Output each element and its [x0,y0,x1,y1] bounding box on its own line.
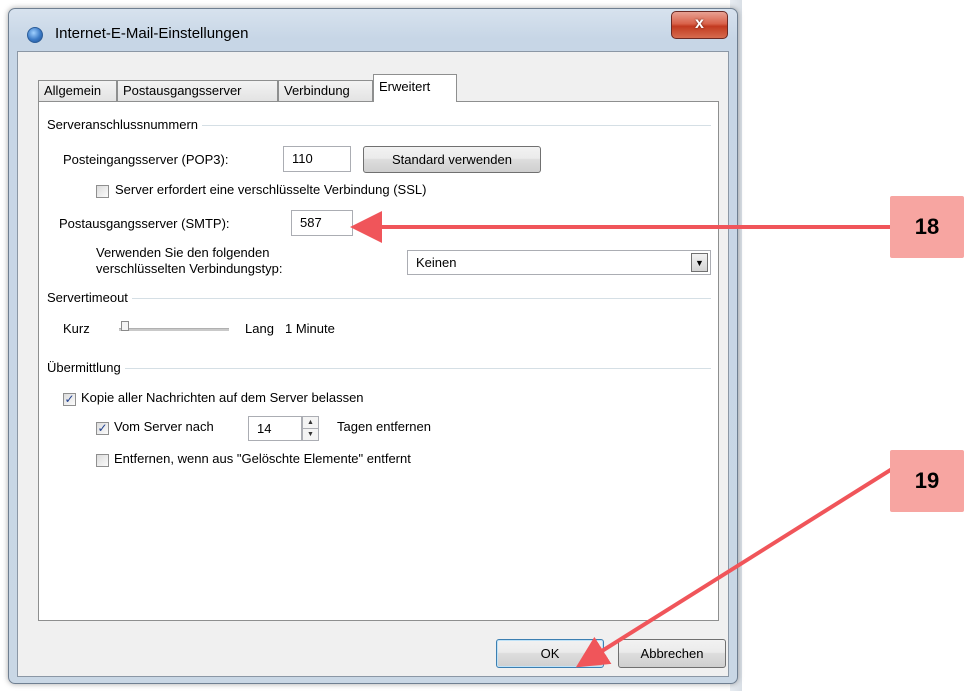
callout-arrows [350,211,894,668]
arrow-to-ok-button [575,467,894,668]
tab-erweitert[interactable]: Erweitert [373,74,457,102]
callout-badge-19: 19 [890,450,964,512]
callout-badge-18: 18 [890,196,964,258]
